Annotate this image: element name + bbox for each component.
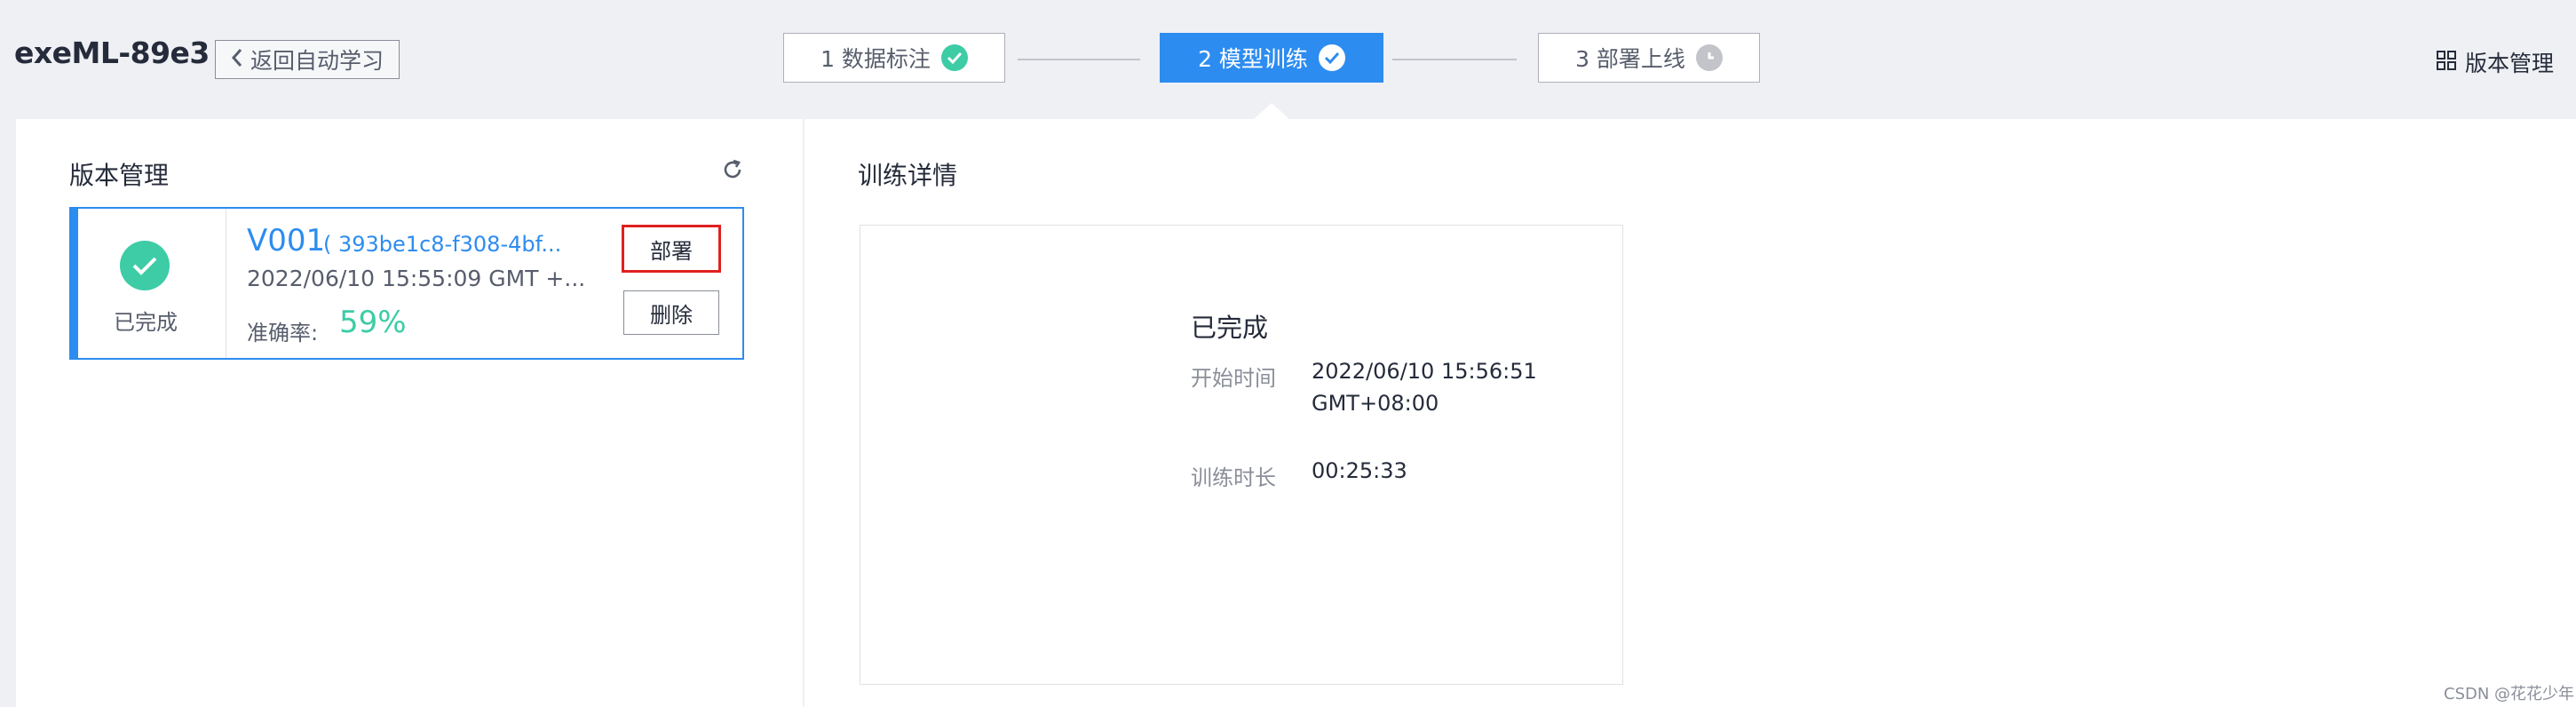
- watermark: CSDN @花花少年: [2444, 685, 2575, 703]
- start-time-value: 2022/06/10 15:56:51 GMT+08:00: [1312, 355, 1537, 419]
- version-time: 2022/06/10 15:55:09 GMT +...: [247, 266, 586, 291]
- training-detail-title: 训练详情: [858, 161, 958, 190]
- start-time-label: 开始时间: [1191, 366, 1276, 391]
- accuracy-label: 准确率:: [247, 321, 319, 346]
- duration-value: 00:25:33: [1312, 458, 1407, 483]
- card-selected-bar: [71, 209, 78, 358]
- delete-button[interactable]: 删除: [623, 290, 719, 335]
- version-panel-title: 版本管理: [69, 161, 170, 190]
- grid-icon: [2437, 50, 2456, 75]
- version-management-label: 版本管理: [2465, 51, 2555, 76]
- refresh-icon[interactable]: [721, 158, 744, 185]
- check-circle-icon: [120, 241, 170, 290]
- deploy-button[interactable]: 部署: [622, 225, 721, 273]
- chevron-left-icon: [231, 48, 243, 71]
- back-button-label: 返回自动学习: [250, 48, 384, 74]
- version-id: ( 393be1c8-f308-4bf...: [323, 232, 562, 257]
- step-connector: [1392, 59, 1517, 60]
- active-step-pointer: [1254, 103, 1289, 119]
- step-label: 3 部署上线: [1575, 46, 1685, 72]
- step-deploy-online[interactable]: 3 部署上线: [1538, 33, 1760, 83]
- step-model-training[interactable]: 2 模型训练: [1160, 33, 1383, 83]
- training-status: 已完成: [1191, 313, 1269, 343]
- check-circle-icon: [940, 44, 968, 71]
- version-management-link[interactable]: 版本管理: [2437, 46, 2554, 78]
- back-to-automl-button[interactable]: 返回自动学习: [215, 40, 400, 79]
- step-label: 1 数据标注: [820, 46, 931, 72]
- start-time-line2: GMT+08:00: [1312, 391, 1439, 416]
- step-data-labeling[interactable]: 1 数据标注: [783, 33, 1005, 83]
- start-time-line1: 2022/06/10 15:56:51: [1312, 359, 1537, 384]
- app-title: exeML-89e3: [14, 36, 210, 70]
- duration-label: 训练时长: [1191, 465, 1276, 490]
- version-card[interactable]: 已完成 V001 ( 393be1c8-f308-4bf... 2022/06/…: [69, 207, 744, 360]
- check-circle-icon: [1318, 44, 1345, 71]
- step-label: 2 模型训练: [1198, 46, 1308, 72]
- training-detail-box: 已完成 开始时间 2022/06/10 15:56:51 GMT+08:00 训…: [860, 225, 1623, 685]
- version-name[interactable]: V001: [247, 223, 325, 258]
- accuracy-value: 59%: [339, 305, 407, 340]
- step-connector: [1018, 59, 1140, 60]
- clock-icon: [1695, 44, 1723, 71]
- version-status: 已完成: [114, 310, 178, 335]
